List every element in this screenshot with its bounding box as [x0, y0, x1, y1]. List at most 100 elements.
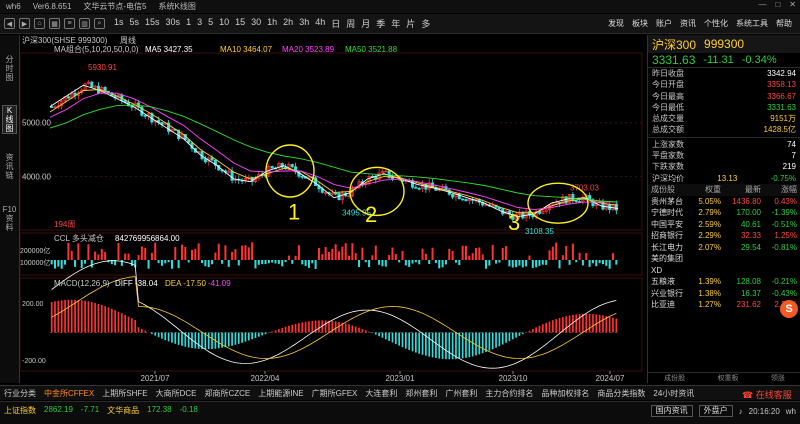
- menu-item-2[interactable]: 账户: [656, 18, 672, 29]
- period-3[interactable]: 30s: [163, 17, 184, 30]
- exchange-tab-1[interactable]: 中金所CFFEX: [40, 388, 98, 399]
- stat-label: 总成交量: [652, 114, 684, 124]
- wh-index-label[interactable]: 文华商品: [107, 405, 139, 416]
- period-11[interactable]: 2h: [280, 17, 296, 30]
- exchange-tab-4[interactable]: 郑商所CZCE: [200, 388, 254, 399]
- period-2[interactable]: 15s: [142, 17, 163, 30]
- list-icon[interactable]: ≡: [64, 18, 75, 29]
- menu-item-6[interactable]: 帮助: [776, 18, 792, 29]
- period-19[interactable]: 片: [403, 17, 418, 30]
- day-label: wh: [785, 406, 796, 416]
- candle-body: [230, 170, 234, 181]
- constituent-row[interactable]: 招商银行 2.29% 32.33 1.25%: [648, 230, 800, 242]
- period-15[interactable]: 周: [343, 17, 358, 30]
- period-6[interactable]: 5: [205, 17, 216, 30]
- grid-icon[interactable]: ▦: [49, 18, 60, 29]
- period-10[interactable]: 1h: [264, 17, 280, 30]
- toolbar-menu: 发现 板块 账户 资讯 个性化 系统工具 帮助: [608, 18, 792, 29]
- constituent-row[interactable]: 宁德时代 2.79% 170.00 -1.39%: [648, 207, 800, 219]
- close-button[interactable]: ✕: [789, 0, 796, 9]
- foreign-account-button[interactable]: 外盘户: [698, 405, 733, 417]
- ccl-value: 842769956864.00: [115, 234, 180, 243]
- menu-item-4[interactable]: 个性化: [704, 18, 728, 29]
- header-last[interactable]: 最新: [721, 184, 761, 196]
- header-stock[interactable]: 成份股: [651, 184, 691, 196]
- exchange-tab-13[interactable]: 24小时资讯: [649, 388, 698, 399]
- period-9[interactable]: 30: [248, 17, 264, 30]
- tab-kline[interactable]: K线图: [2, 105, 17, 134]
- constituent-row[interactable]: XD: [648, 265, 800, 277]
- sh-index-label[interactable]: 上证指数: [4, 405, 36, 416]
- maximize-button[interactable]: □: [775, 0, 780, 9]
- tab-constituents[interactable]: 成份股: [664, 373, 685, 383]
- stock-weight: 2.07%: [698, 242, 721, 252]
- tab-leaders[interactable]: 领涨: [771, 373, 785, 383]
- chart-panel-frame: [20, 52, 643, 231]
- menu-item-0[interactable]: 发现: [608, 18, 624, 29]
- bell-icon[interactable]: ♪: [739, 407, 743, 416]
- period-7[interactable]: 10: [216, 17, 232, 30]
- period-8[interactable]: 15: [232, 17, 248, 30]
- tab-f10[interactable]: F10资料: [2, 205, 17, 232]
- period-14[interactable]: 日: [328, 17, 343, 30]
- server-node[interactable]: 文华云节点-电信5: [83, 1, 146, 12]
- exchange-tab-2[interactable]: 上期所SHFE: [98, 388, 151, 399]
- exchange-tab-6[interactable]: 广期所GFEX: [308, 388, 362, 399]
- tab-news[interactable]: 资讯链: [2, 153, 17, 180]
- period-5[interactable]: 3: [194, 17, 205, 30]
- constituent-row[interactable]: 贵州茅台 5.05% 1436.80 0.43%: [648, 196, 800, 208]
- tab-weight-board[interactable]: 权重板: [717, 373, 738, 383]
- period-4[interactable]: 1: [183, 17, 194, 30]
- online-service[interactable]: ☎ 在线客服: [742, 388, 792, 401]
- exchange-tab-5[interactable]: 上期能源INE: [254, 388, 307, 399]
- exchange-tab-3[interactable]: 大商所DCE: [152, 388, 201, 399]
- period-17[interactable]: 季: [373, 17, 388, 30]
- header-weight[interactable]: 权重: [691, 184, 721, 196]
- menu-item-5[interactable]: 系统工具: [736, 18, 768, 29]
- menu-item-1[interactable]: 板块: [632, 18, 648, 29]
- stock-name: XD: [651, 265, 663, 275]
- period-12[interactable]: 3h: [296, 17, 312, 30]
- constituent-row[interactable]: 中国平安 2.59% 40.61 -0.51%: [648, 219, 800, 231]
- candle-body: [451, 194, 455, 198]
- stock-weight: 1.38%: [698, 288, 721, 298]
- exchange-tab-11[interactable]: 品种加权排名: [537, 388, 593, 399]
- last-price: 3331.63: [652, 53, 696, 67]
- macd-diff-line: [51, 260, 617, 369]
- domestic-news-button[interactable]: 国内资讯: [650, 405, 693, 417]
- menu-item-3[interactable]: 资讯: [680, 18, 696, 29]
- header-change[interactable]: 涨幅: [761, 184, 797, 196]
- ccl-tick: 200000亿: [20, 246, 50, 255]
- kline-chart-area[interactable]: 5000.00 4000.00 5930.91 3495.95 3108.35 3703.…: [20, 35, 646, 383]
- stock-last: [721, 265, 761, 277]
- constituent-row[interactable]: 五粮液 1.39% 128.08 -0.21%: [648, 276, 800, 288]
- sogou-ime-icon[interactable]: S: [780, 300, 798, 318]
- chart-icon[interactable]: ▥: [79, 18, 90, 29]
- period-20[interactable]: 多: [418, 17, 433, 30]
- stock-name: 宁德时代: [651, 208, 683, 218]
- period-16[interactable]: 月: [358, 17, 373, 30]
- exchange-tab-12[interactable]: 商品分类指数: [593, 388, 649, 399]
- exchange-tab-8[interactable]: 郑州套利: [401, 388, 441, 399]
- constituent-row[interactable]: 比亚迪1.27%231.622.28%: [648, 299, 800, 311]
- period-1[interactable]: 5s: [127, 17, 143, 30]
- exchange-tab-7[interactable]: 大连套利: [361, 388, 401, 399]
- forward-icon[interactable]: ▶: [19, 18, 30, 29]
- period-13[interactable]: 4h: [312, 17, 328, 30]
- exchange-tab-0[interactable]: 行业分类: [0, 388, 40, 399]
- constituent-row[interactable]: 兴业银行 1.38% 16.37 -0.43%: [648, 288, 800, 300]
- period-18[interactable]: 年: [388, 17, 403, 30]
- ma-group-label: MA组合(5,10,20,50,0,0): [54, 44, 139, 54]
- minimize-button[interactable]: —: [758, 0, 766, 9]
- exchange-tab-9[interactable]: 广州套利: [441, 388, 481, 399]
- kline-chart-svg[interactable]: 5000.004000.005930.913495.953108.353703.…: [20, 35, 646, 383]
- period-0[interactable]: 1s: [111, 17, 127, 30]
- exchange-tab-10[interactable]: 主力合约排名: [481, 388, 537, 399]
- candle-body: [414, 186, 418, 189]
- search-icon[interactable]: ⌕: [94, 18, 105, 29]
- back-icon[interactable]: ◀: [4, 18, 15, 29]
- tab-intraday[interactable]: 分时图: [2, 55, 17, 82]
- constituent-row[interactable]: 美的集团: [648, 253, 800, 265]
- home-icon[interactable]: ⌂: [34, 18, 45, 29]
- constituent-row[interactable]: 长江电力 2.07% 29.54 -0.81%: [648, 242, 800, 254]
